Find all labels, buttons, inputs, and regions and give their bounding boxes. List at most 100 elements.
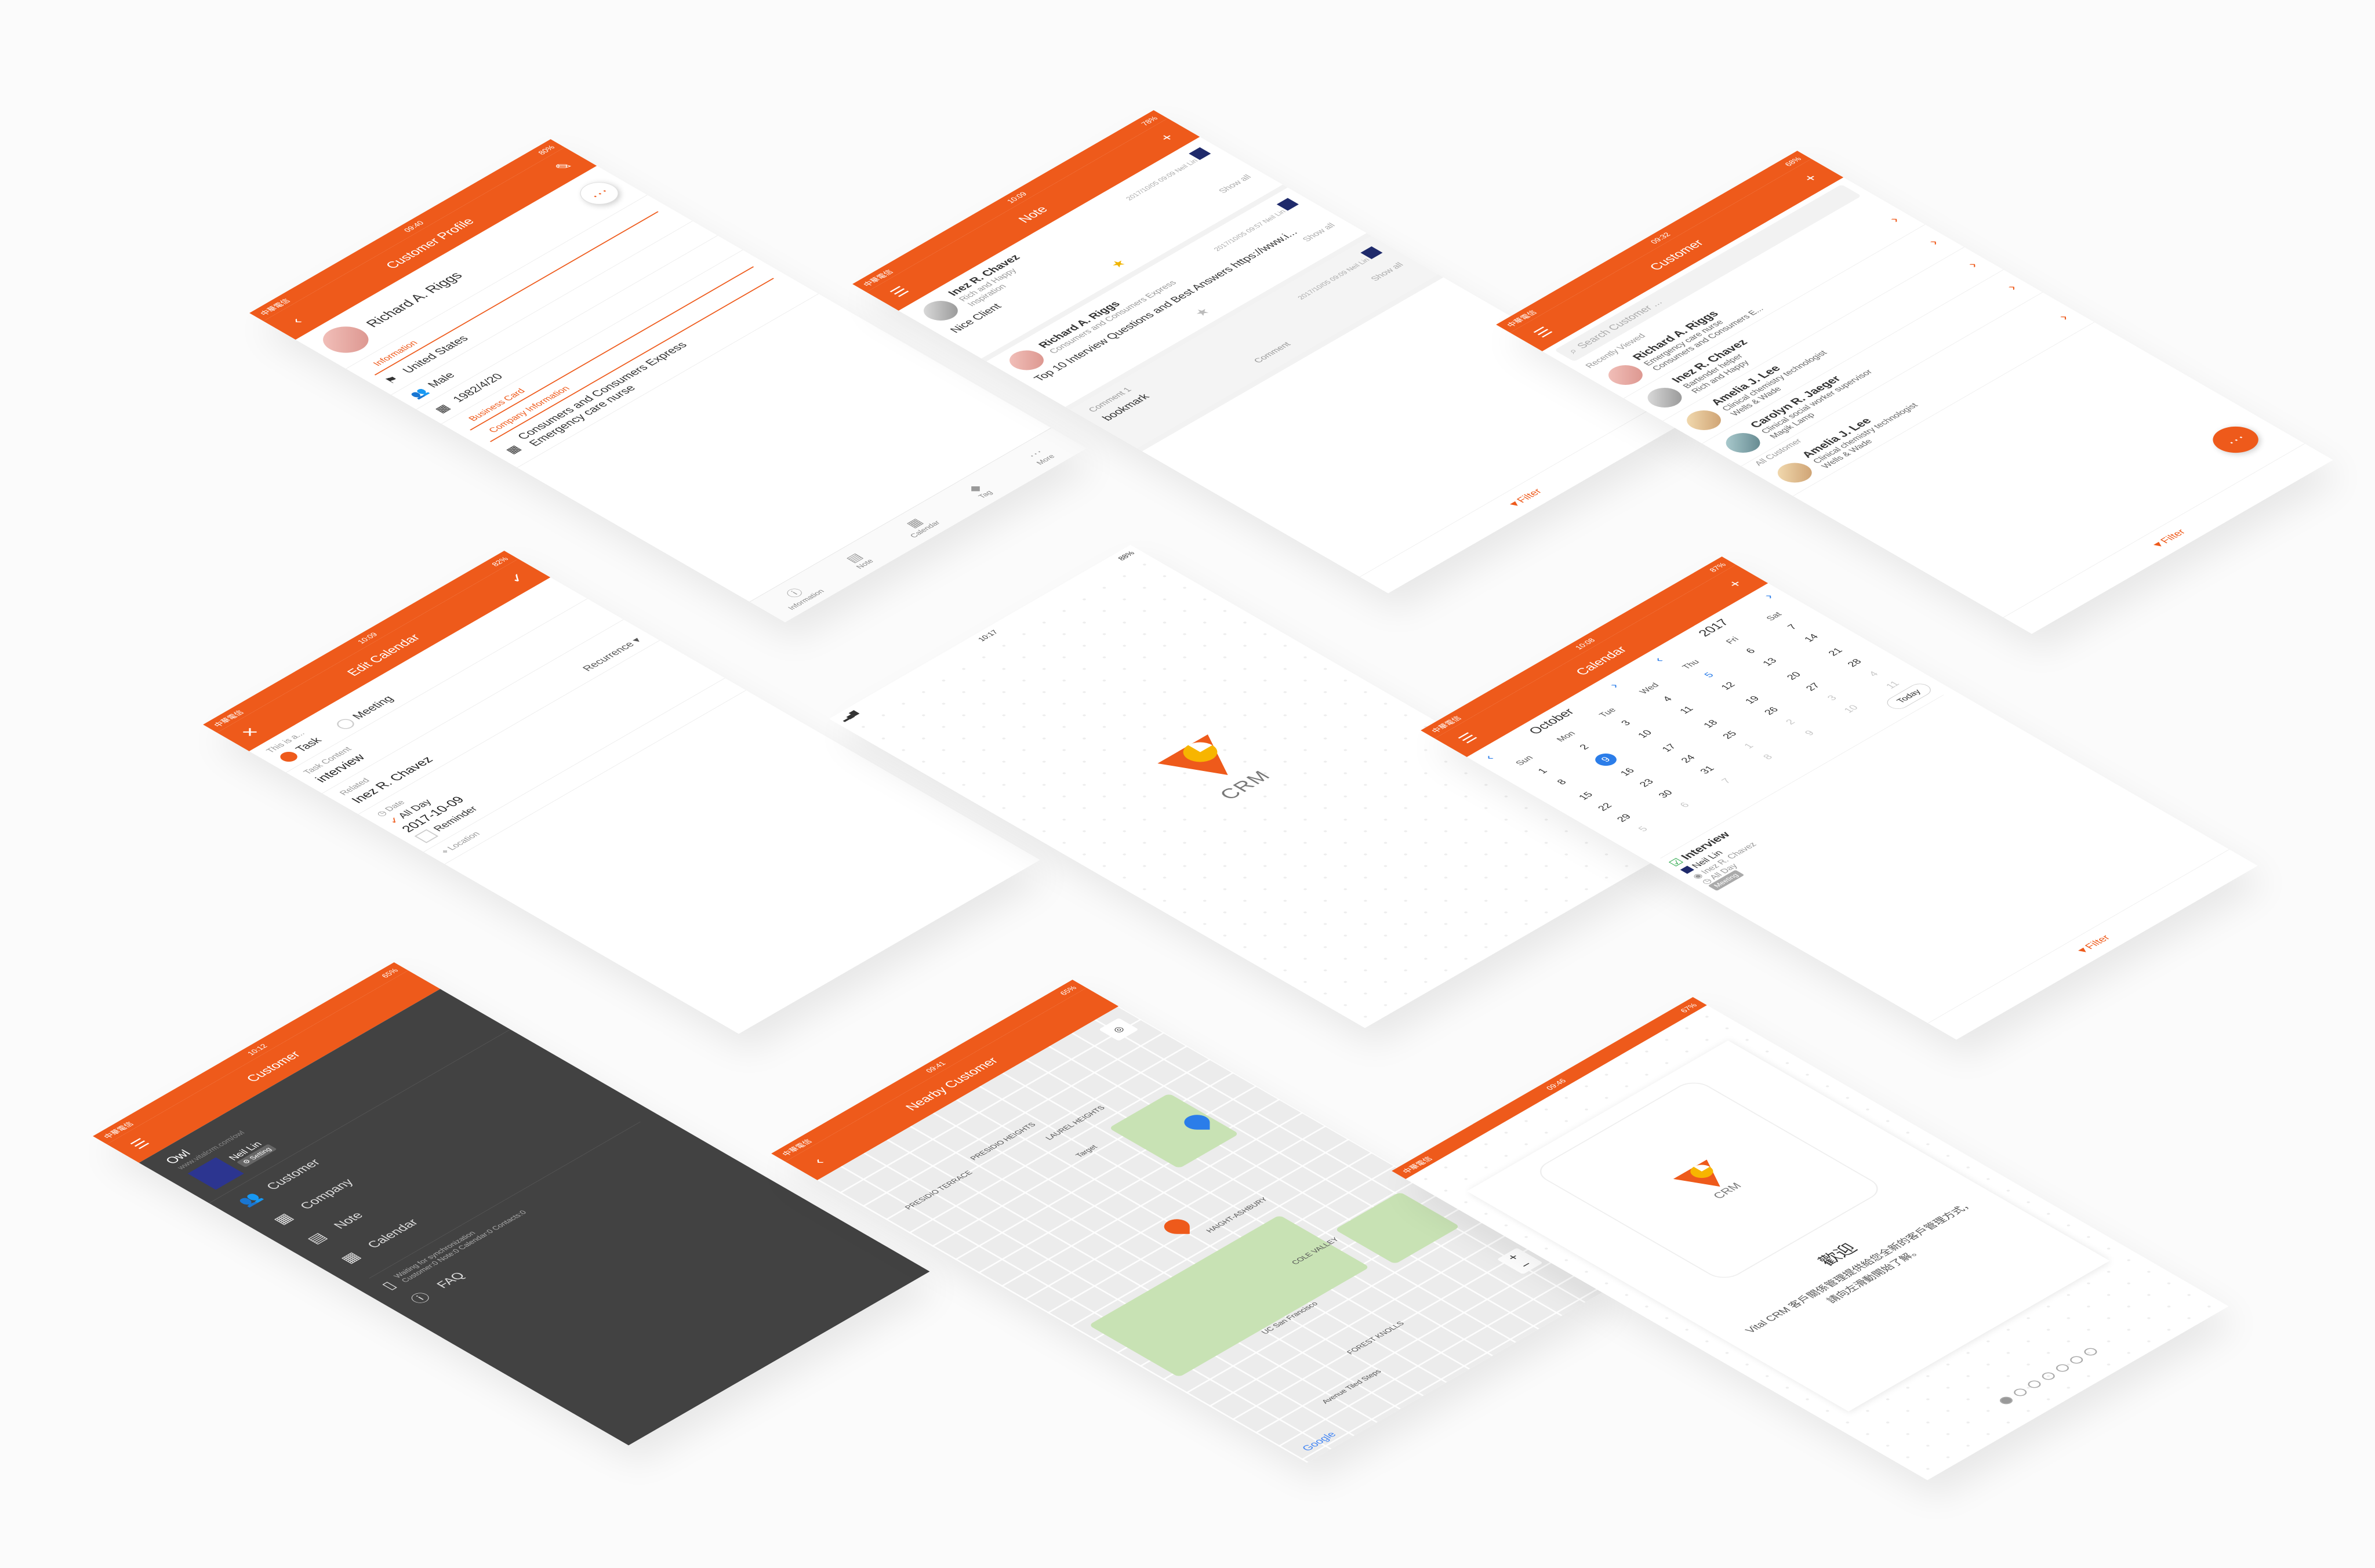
day-number: 29 xyxy=(1614,812,1634,824)
avatar xyxy=(1679,406,1728,434)
ellipsis-icon[interactable]: ··· xyxy=(572,177,627,209)
avatar xyxy=(313,321,378,358)
people-icon: 👥 xyxy=(234,1190,266,1209)
day-number: 1 xyxy=(1741,741,1756,750)
day-number: 4 xyxy=(1866,670,1881,678)
day-number: 17 xyxy=(1659,742,1679,754)
day-number: 30 xyxy=(1655,788,1675,800)
customer-list-screen: 中華電信 09:32 68% ☰ Customer + ⌕ Search Cust… xyxy=(1496,151,2333,634)
day-number: 20 xyxy=(1784,670,1804,682)
day-number: 15 xyxy=(1576,790,1596,802)
day-number: 9 xyxy=(1590,751,1621,769)
day-number: 25 xyxy=(1720,729,1740,741)
customer-pin-icon[interactable] xyxy=(1184,1115,1210,1130)
menu-item-label: FAQ xyxy=(433,1269,468,1290)
map-label: Target xyxy=(1073,1143,1099,1159)
avatar xyxy=(1770,459,1819,487)
avatar xyxy=(1719,428,1767,457)
showcase-scene: 中華電信 09:40 80% ‹ Customer Profile ✎ Rich… xyxy=(0,0,2375,1568)
more-actions-button[interactable]: ··· xyxy=(2203,421,2268,459)
close-icon[interactable]: ✕ xyxy=(232,722,268,743)
note-icon: ▤ xyxy=(303,1230,331,1246)
day-number: 27 xyxy=(1803,681,1822,693)
map-label: PRESIDIO TERRACE xyxy=(902,1169,975,1211)
day-number: 10 xyxy=(1841,703,1861,715)
day-number: 10 xyxy=(1635,728,1655,740)
chevron-right-icon: › xyxy=(2054,312,2072,322)
day-number: 24 xyxy=(1678,753,1698,765)
locate-me-icon[interactable]: ◎ xyxy=(1098,1018,1139,1041)
side-menu-screen: 中華電信 10:12 65% ☰ Customer Owl www.vitalc… xyxy=(93,962,930,1446)
prev-year-icon[interactable]: ‹ xyxy=(1650,655,1667,665)
add-icon[interactable]: + xyxy=(1792,168,1828,188)
day-number: 26 xyxy=(1762,705,1781,716)
day-number: 7 xyxy=(1785,623,1800,631)
avatar xyxy=(916,297,965,325)
welcome-screen: 中華電信 09:46 67% CRM 歡迎 Vital CRM 客戶關係管理提供… xyxy=(1392,997,2229,1480)
navbar-spacer xyxy=(389,979,425,1000)
prev-month-icon[interactable]: ‹ xyxy=(1481,752,1498,762)
day-number: 18 xyxy=(1701,718,1720,730)
day-number: 31 xyxy=(1697,764,1717,776)
ellipsis-icon: ··· xyxy=(2220,431,2250,448)
filter-button[interactable]: ▼ Filter xyxy=(1359,403,1690,594)
day-number: 3 xyxy=(1825,693,1839,703)
day-number: 13 xyxy=(1760,656,1780,668)
filter-button[interactable]: ▼ Filter xyxy=(1927,849,2258,1040)
day-number: 1 xyxy=(1535,766,1550,776)
navbar-spacer xyxy=(1067,996,1103,1017)
map-label: Avenue Tiled Steps xyxy=(1319,1368,1383,1405)
chevron-right-icon: › xyxy=(1963,259,1981,270)
next-month-icon[interactable]: › xyxy=(1606,681,1622,690)
calendar-icon: ▦ xyxy=(336,1249,364,1266)
day-number: 2 xyxy=(1783,718,1798,726)
avatar xyxy=(1640,383,1689,412)
day-number: 5 xyxy=(1702,671,1716,679)
add-icon[interactable]: + xyxy=(1149,127,1185,148)
google-logo: Google xyxy=(1299,1429,1339,1453)
search-icon: ⌕ xyxy=(1565,346,1581,355)
back-icon[interactable]: ‹ xyxy=(278,310,314,331)
radio-unchecked-icon xyxy=(333,716,358,731)
next-year-icon[interactable]: › xyxy=(1760,591,1777,601)
calendar-screen: 中華電信 10:08 87% ☰ Calendar + ‹ October › … xyxy=(1421,556,2258,1040)
day-number: 16 xyxy=(1618,766,1637,778)
day-number: 5 xyxy=(1636,824,1650,834)
day-number: 12 xyxy=(1718,680,1738,692)
menu-item-label: Note xyxy=(330,1210,366,1231)
map-label: FOREST KNOLLS xyxy=(1344,1320,1406,1356)
map-label: PRESIDIO HEIGHTS xyxy=(968,1121,1038,1162)
day-number: 28 xyxy=(1844,657,1864,668)
day-number: 22 xyxy=(1595,801,1615,813)
filter-button[interactable]: ▼ Filter xyxy=(2003,443,2333,634)
day-number: 11 xyxy=(1883,679,1902,690)
back-icon[interactable]: ‹ xyxy=(800,1151,836,1172)
page-title: Note xyxy=(1015,203,1051,225)
radio-checked-icon xyxy=(277,750,301,764)
day-number: 4 xyxy=(1660,694,1675,703)
day-number: 2 xyxy=(1577,743,1592,751)
menu-icon[interactable]: ☰ xyxy=(1450,727,1486,748)
day-number: 19 xyxy=(1742,694,1762,705)
day-number: 3 xyxy=(1618,719,1633,727)
customer-profile-screen: 中華電信 09:40 80% ‹ Customer Profile ✎ Rich… xyxy=(249,139,1087,623)
menu-icon[interactable]: ☰ xyxy=(122,1133,158,1154)
menu-icon[interactable]: ☰ xyxy=(1525,322,1561,343)
map-label: LAUREL HEIGHTS xyxy=(1043,1104,1107,1141)
edit-icon[interactable]: ✎ xyxy=(546,156,582,177)
add-icon[interactable]: + xyxy=(1717,573,1753,594)
day-number: 6 xyxy=(1743,646,1758,656)
tab-bar: ⓘ Information ▤ Note ▦ Calendar ◆ Tag ··· Mor… xyxy=(749,428,1087,623)
day-number: 21 xyxy=(1825,646,1845,657)
day-number: 8 xyxy=(1554,777,1569,787)
menu-icon[interactable]: ☰ xyxy=(881,281,917,302)
chevron-right-icon: › xyxy=(1885,214,1903,225)
park-area xyxy=(1334,1192,1461,1264)
check-icon[interactable]: ✓ xyxy=(499,567,535,588)
avatar xyxy=(1601,361,1650,389)
customer-pin-icon[interactable] xyxy=(1164,1219,1190,1234)
edit-calendar-screen: 中華電信 10:09 82% ✕ Edit Calendar ✓ This is… xyxy=(203,551,1040,1034)
chevron-right-icon: › xyxy=(2003,282,2021,293)
owner-color-swatch xyxy=(1680,865,1694,874)
day-number: 11 xyxy=(1677,704,1696,715)
